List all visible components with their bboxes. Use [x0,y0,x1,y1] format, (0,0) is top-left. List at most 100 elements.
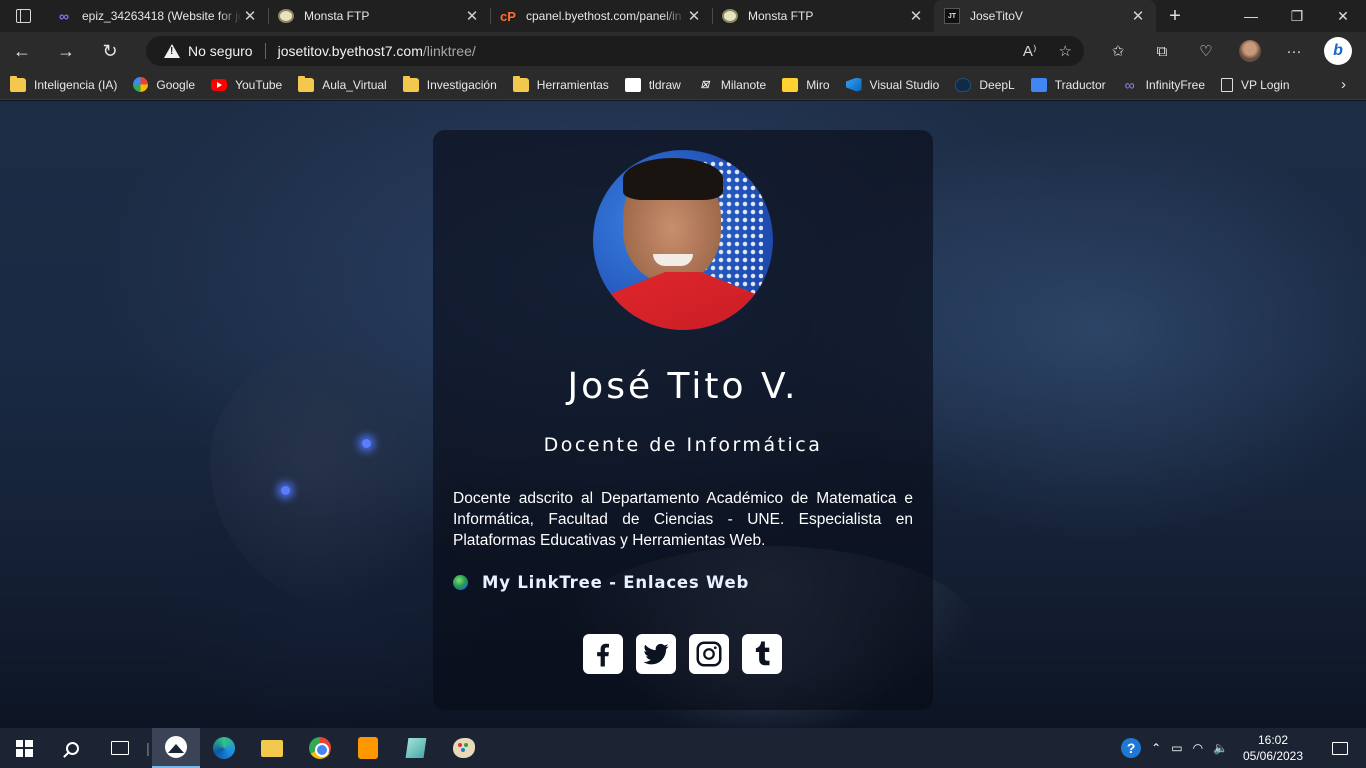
forward-button[interactable]: → [44,32,88,70]
close-tab-icon[interactable]: ✕ [686,7,702,25]
tldraw-icon [624,77,641,92]
taskbar-app-explorer[interactable] [248,728,296,768]
twitter-button[interactable] [636,634,676,674]
volume-icon[interactable]: 🔈 [1213,741,1228,755]
browser-tab-1[interactable]: ∞ epiz_34263418 (Website for jo ✕ [46,0,268,32]
monsta-icon [278,9,294,23]
help-icon[interactable]: ? [1121,738,1142,758]
taskbar-app-paint[interactable] [440,728,488,768]
bookmark-deepl[interactable]: DeepL [955,77,1015,92]
warning-icon[interactable] [164,44,180,58]
avatar [1239,40,1261,62]
tab-title: epiz_34263418 (Website for jo [82,9,242,23]
bookmark-label: Herramientas [536,77,609,92]
bookmark-youtube[interactable]: YouTube [211,78,282,92]
restore-icon[interactable]: ❐ [1274,0,1320,32]
bookmark-label: Investigación [426,77,497,92]
linktree-link[interactable]: My LinkTree - Enlaces Web [453,573,749,592]
browser-tab-4[interactable]: Monsta FTP ✕ [712,0,934,32]
profile-bio: Docente adscrito al Departamento Académi… [453,490,913,549]
taskbar-clock[interactable]: 16:02 05/06/2023 [1238,732,1308,764]
bookmark-inteligencia[interactable]: Inteligencia (IA) [10,75,118,92]
bookmark-herramientas[interactable]: Herramientas [512,75,609,92]
wifi-icon[interactable]: ◠ [1193,741,1203,755]
edge-icon [213,737,235,759]
task-view-icon [111,741,129,755]
back-button[interactable]: ← [0,32,44,70]
url-path[interactable]: /linktree/ [423,43,476,59]
bookmark-label: tldraw [648,77,681,92]
clock-date: 05/06/2023 [1242,749,1304,763]
tab-actions-icon [15,9,31,23]
taskbar-app-photos[interactable] [152,728,200,768]
bookmark-miro[interactable]: Miro [782,77,830,92]
close-tab-icon[interactable]: ✕ [1130,7,1146,25]
bookmark-vp-login[interactable]: VP Login [1221,77,1290,92]
browser-tab-5[interactable]: JT JoseTitoV ✕ [934,0,1156,32]
milanote-icon: ⊠ [700,78,710,91]
browser-tab-3[interactable]: cP cpanel.byethost.com/panel/in ✕ [490,0,712,32]
chevron-up-icon[interactable]: ⌃ [1151,741,1161,755]
url-host[interactable]: josetitov.byethost7.com [278,43,423,59]
facebook-button[interactable] [583,634,623,674]
bing-copilot-button[interactable]: b [1316,37,1360,65]
read-aloud-icon[interactable]: A⁾ [1023,42,1037,60]
taskbar-app-notepad[interactable] [392,728,440,768]
collections-icon[interactable]: ⧉ [1140,43,1184,60]
tumblr-button[interactable] [742,634,782,674]
close-window-icon[interactable]: ✕ [1320,0,1366,32]
miro-icon [782,77,799,92]
infinity-icon: ∞ [59,8,69,24]
tab-actions-menu-button[interactable] [0,0,46,32]
new-tab-button[interactable]: + [1156,0,1194,32]
battery-icon[interactable]: ▭ [1171,741,1182,755]
tab-title: cpanel.byethost.com/panel/in [526,9,682,23]
performance-heart-icon[interactable]: ♡ [1184,42,1228,60]
bookmark-milanote[interactable]: ⊠ Milanote [697,78,766,92]
taskbar-app-sublime[interactable] [344,728,392,768]
tab-title: JoseTitoV [970,9,1023,23]
security-label[interactable]: No seguro [188,43,253,59]
more-bookmarks-chevron-icon[interactable]: › [1341,76,1346,93]
task-view-button[interactable] [96,728,144,768]
photos-icon [165,736,187,758]
close-tab-icon[interactable]: ✕ [242,7,258,25]
favorites-icon[interactable]: ✩ [1096,42,1140,60]
bookmark-infinityfree[interactable]: ∞ InfinityFree [1122,78,1205,92]
notification-center-icon[interactable] [1332,741,1348,755]
folder-icon [402,75,419,92]
close-tab-icon[interactable]: ✕ [464,7,480,25]
taskbar-search-button[interactable] [48,728,96,768]
start-button[interactable] [0,728,48,768]
bookmark-label: Inteligencia (IA) [34,77,118,92]
social-links [583,634,782,674]
bookmark-visual-studio[interactable]: Visual Studio [845,77,939,92]
instagram-icon [696,641,722,667]
bookmark-aula-virtual[interactable]: Aula_Virtual [298,75,387,92]
bookmark-traductor[interactable]: Traductor [1030,77,1106,92]
bookmark-google[interactable]: Google [133,77,195,92]
bookmark-tldraw[interactable]: tldraw [624,77,681,92]
tab-title: Monsta FTP [304,9,370,23]
profile-avatar[interactable] [1228,40,1272,62]
profile-name: José Tito V. [567,366,799,407]
windows-taskbar: | ? ⌃ ▭ ◠ 🔈 16:02 05/06/2023 [0,728,1366,768]
refresh-button[interactable]: ↻ [88,32,132,70]
address-bar[interactable]: No seguro josetitov.byethost7.com/linktr… [146,36,1084,66]
bookmark-label: VP Login [1241,77,1290,92]
browser-tab-2[interactable]: Monsta FTP ✕ [268,0,490,32]
bookmark-label: Milanote [720,77,767,92]
dragon-eye [362,439,371,448]
more-options-icon[interactable]: ··· [1272,43,1316,60]
folder-icon [298,75,315,92]
add-favorite-star-icon[interactable]: ☆ [1059,42,1072,60]
translate-icon [1030,77,1047,92]
bookmark-label: Miro [806,77,830,92]
minimize-icon[interactable]: — [1228,0,1274,32]
close-tab-icon[interactable]: ✕ [908,7,924,25]
taskbar-app-chrome[interactable] [296,728,344,768]
instagram-button[interactable] [689,634,729,674]
bookmark-investigacion[interactable]: Investigación [402,75,497,92]
deepl-icon [955,77,972,92]
taskbar-app-edge[interactable] [200,728,248,768]
